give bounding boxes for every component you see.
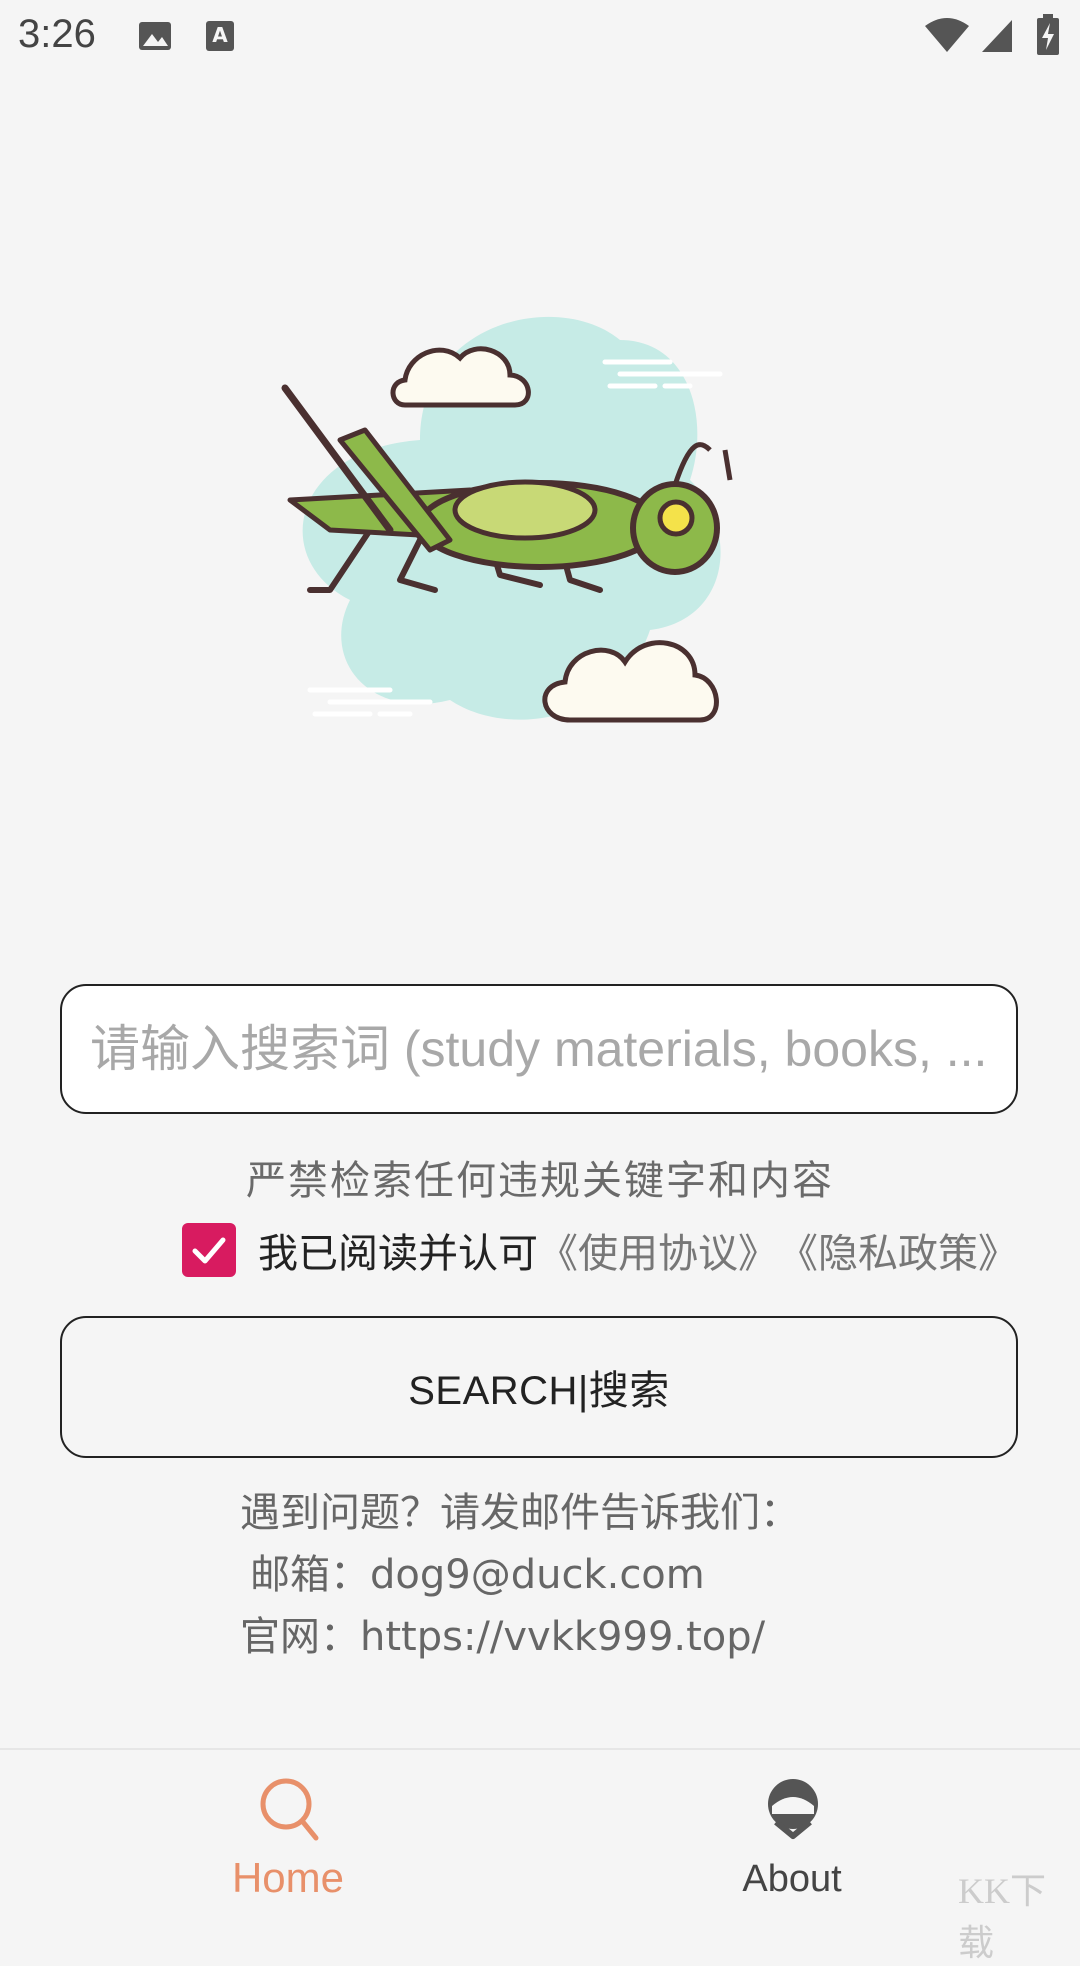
watermark: KK下载: [958, 1871, 1046, 1963]
text-notification-icon: A: [206, 21, 234, 51]
bottom-nav: Home About: [0, 1748, 1080, 1922]
terms-link[interactable]: 《使用协议》: [538, 1221, 778, 1279]
nav-home-label: Home: [231, 1854, 345, 1901]
contact-prompt: 遇到问题？请发邮件告诉我们：: [240, 1490, 800, 1536]
contact-website: 官网：https://vvkk999.top/: [240, 1614, 766, 1660]
search-input[interactable]: [60, 984, 1018, 1114]
svg-text:A: A: [212, 23, 228, 47]
search-button[interactable]: SEARCH|搜索: [60, 1316, 1018, 1458]
agreement-checkbox[interactable]: [182, 1223, 236, 1277]
agreement-row: 我已阅读并认可 《使用协议》 《隐私政策》: [182, 1222, 1018, 1278]
nav-about[interactable]: About: [642, 1750, 942, 1922]
contact-email: 邮箱：dog9@duck.com: [250, 1552, 705, 1598]
battery-charging-icon: [1037, 14, 1059, 55]
wifi-icon: [925, 18, 969, 52]
nav-home[interactable]: Home: [138, 1750, 438, 1922]
about-icon: [768, 1779, 818, 1839]
search-icon: [260, 1778, 319, 1841]
agreement-text: 我已阅读并认可: [258, 1231, 538, 1277]
check-icon: [192, 1237, 226, 1264]
signal-icon: [982, 20, 1012, 52]
privacy-link[interactable]: 《隐私政策》: [778, 1221, 1018, 1279]
nav-about-label: About: [742, 1858, 842, 1900]
grasshopper-illustration: [270, 300, 790, 760]
status-time: 3:26: [18, 12, 96, 56]
warning-text: 严禁检索任何违规关键字和内容: [246, 1158, 834, 1204]
image-notification-icon: [139, 22, 171, 50]
status-bar: 3:26 A: [0, 0, 1080, 72]
